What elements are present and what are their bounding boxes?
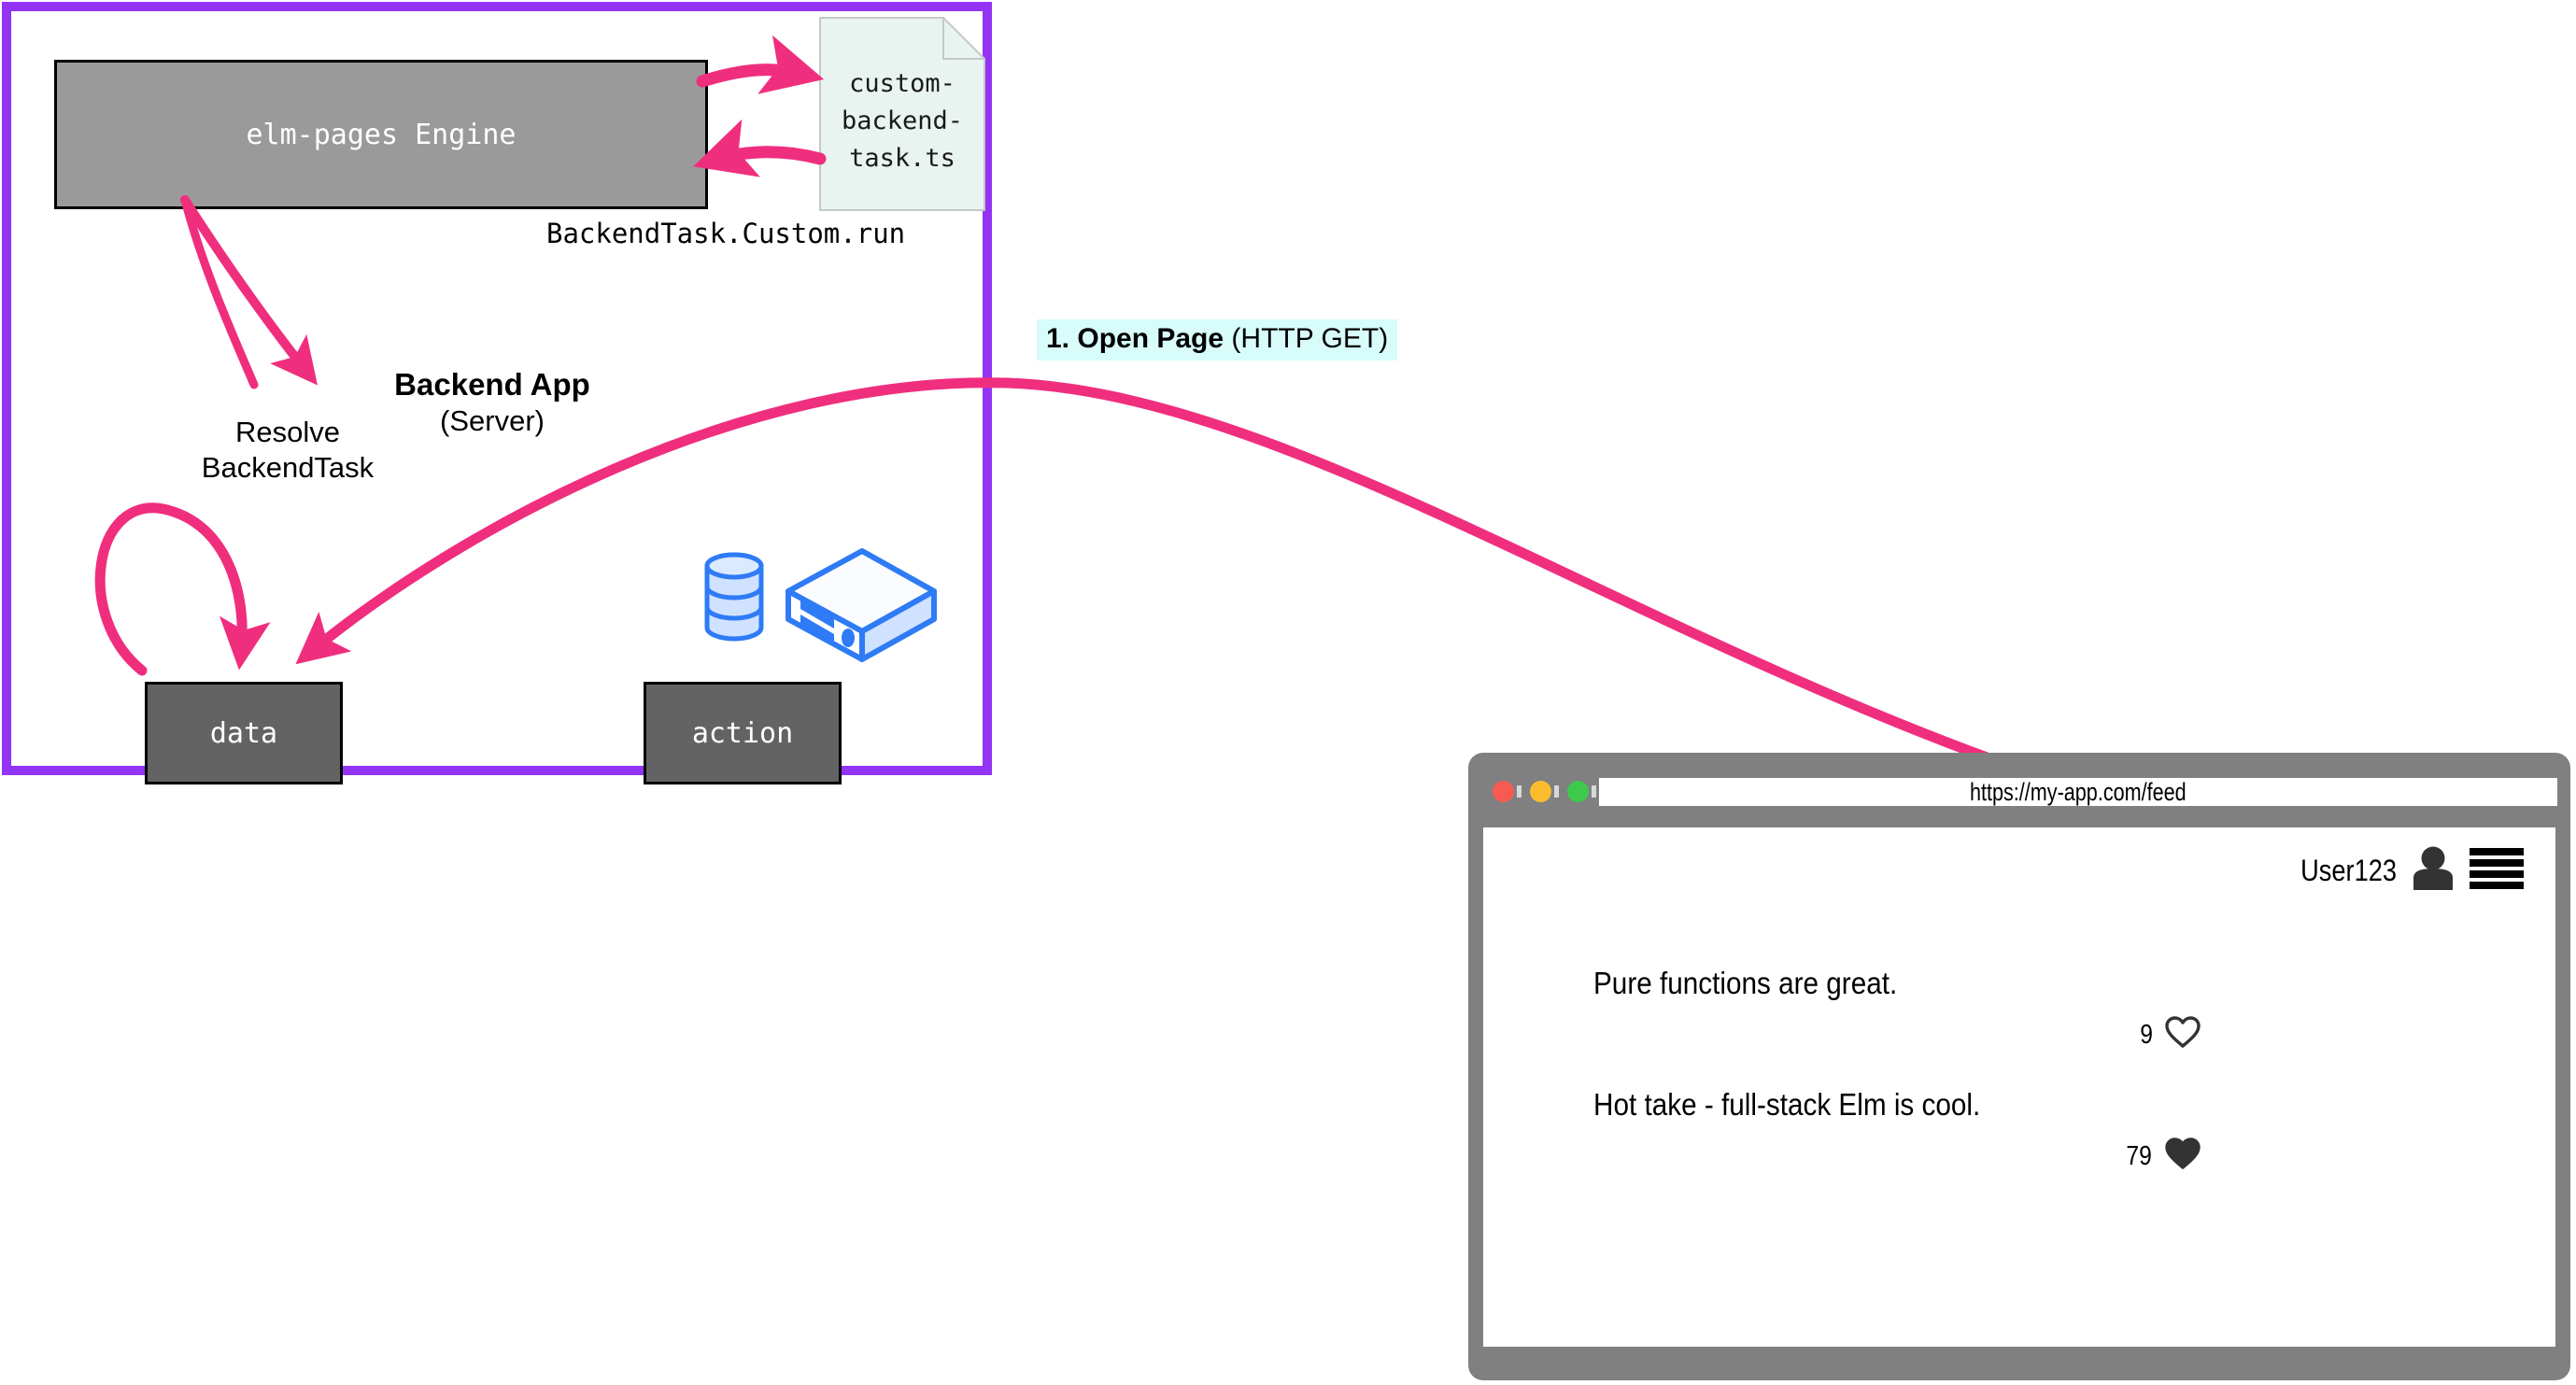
like-count: 9: [2140, 1019, 2153, 1050]
list-item: Hot take - full-stack Elm is cool. 79: [1593, 1087, 2481, 1175]
app-page-header: User123: [2284, 846, 2524, 896]
resolve-caption-line1: Resolve: [235, 416, 340, 448]
browser-chrome: https://my-app.com/feed: [1468, 753, 2570, 826]
action-box-label: action: [691, 716, 794, 750]
diagram-canvas: elm-pages Engine Backend App (Server) Re…: [0, 0, 2576, 1385]
file-note-line-1: custom-: [849, 69, 955, 98]
username-label: User123: [2300, 854, 2397, 887]
file-note-line-3: task.ts: [849, 144, 955, 173]
action-box: action: [644, 682, 842, 784]
file-note-line-2: backend-: [841, 106, 964, 135]
post-like-row[interactable]: 79: [1593, 1138, 2481, 1175]
server-icon: [786, 548, 937, 662]
database-icon: [704, 552, 764, 642]
custom-backend-task-file-note: custom- backend- task.ts: [819, 17, 985, 211]
post-text: Pure functions are great.: [1593, 966, 1898, 1000]
resolve-caption-line2: BackendTask: [201, 451, 375, 484]
file-note-text: custom- backend- task.ts: [819, 65, 985, 177]
step-number-and-name: 1. Open Page: [1046, 323, 1224, 354]
url-text: https://my-app.com/feed: [1970, 777, 2187, 806]
infrastructure-icons: [698, 545, 978, 662]
close-button[interactable]: [1493, 781, 1514, 802]
browser-viewport: User123 Pure functions are great. 9 Hot …: [1483, 827, 2555, 1347]
chrome-tick-3: [1592, 785, 1596, 798]
backend-app-title-line2: (Server): [440, 404, 545, 437]
heart-filled-icon[interactable]: [2165, 1138, 2201, 1175]
backend-app-title-line1: Backend App: [394, 367, 590, 402]
chrome-tick-1: [1517, 785, 1522, 798]
data-box-label: data: [209, 716, 278, 750]
elm-pages-engine-label: elm-pages Engine: [246, 118, 517, 151]
maximize-button[interactable]: [1567, 781, 1589, 802]
browser-window: https://my-app.com/feed User123 Pure fun…: [1468, 753, 2570, 1380]
data-box: data: [145, 682, 343, 784]
step-protocol: (HTTP GET): [1224, 323, 1389, 354]
post-like-row[interactable]: 9: [1593, 1016, 2481, 1053]
feed-spacer: [1593, 1053, 2481, 1087]
resolve-backendtask-caption: Resolve BackendTask: [185, 415, 390, 486]
heart-outline-icon[interactable]: [2165, 1016, 2201, 1053]
url-bar[interactable]: https://my-app.com/feed: [1599, 778, 2557, 806]
post-feed: Pure functions are great. 9 Hot take - f…: [1593, 966, 2481, 1175]
hamburger-menu-icon[interactable]: [2470, 847, 2524, 895]
post-text: Hot take - full-stack Elm is cool.: [1593, 1087, 1981, 1122]
list-item: Pure functions are great. 9: [1593, 966, 2481, 1053]
backendtask-custom-run-caption: BackendTask.Custom.run: [546, 218, 906, 249]
step-1-open-page-label: 1. Open Page (HTTP GET): [1037, 319, 1398, 360]
backend-app-title: Backend App (Server): [375, 366, 609, 439]
like-count: 79: [2126, 1140, 2152, 1171]
person-icon[interactable]: [2412, 846, 2455, 896]
elm-pages-engine-box: elm-pages Engine: [54, 60, 708, 209]
minimize-button[interactable]: [1530, 781, 1551, 802]
chrome-tick-2: [1554, 785, 1559, 798]
